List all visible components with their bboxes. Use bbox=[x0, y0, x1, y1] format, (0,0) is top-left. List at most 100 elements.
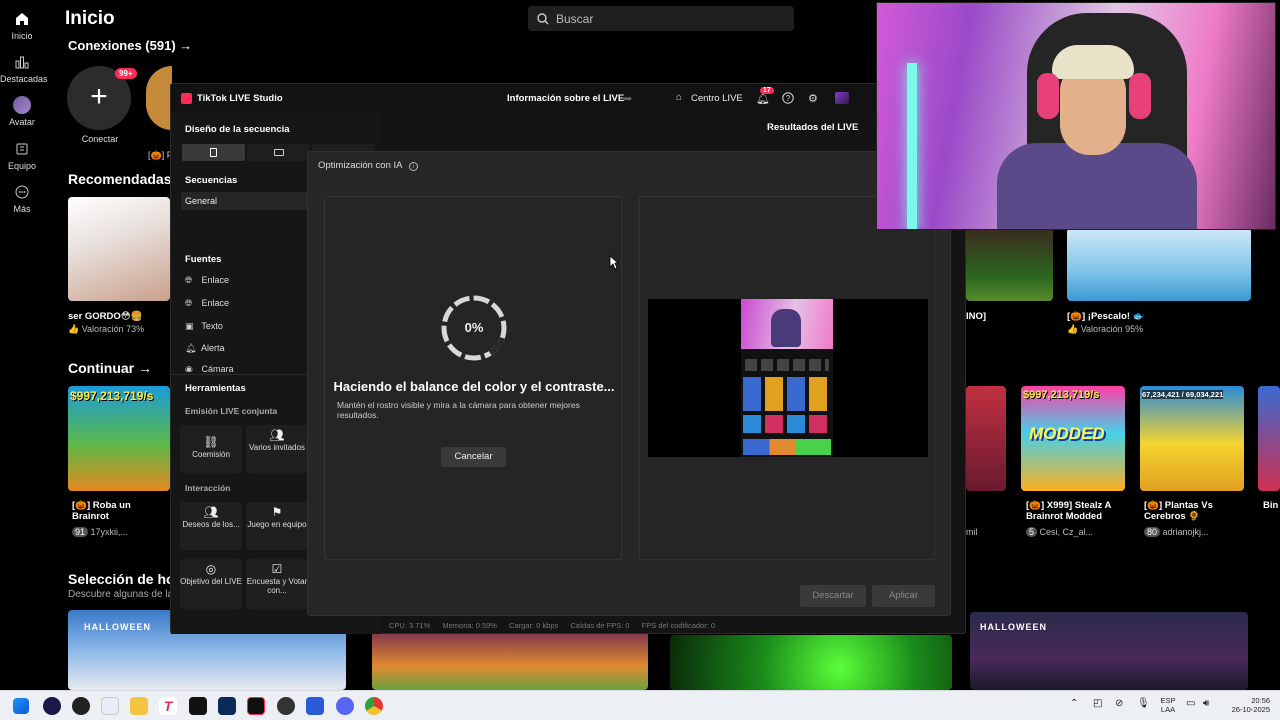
tool-juego-equipo[interactable]: ⚑ Juego en equipo bbox=[246, 502, 308, 550]
recommended-card-thumb[interactable] bbox=[966, 228, 1053, 301]
continue-card-thumb[interactable]: 67,234,421 / 69,034,221 bbox=[1140, 386, 1244, 491]
continue-card-thumb[interactable] bbox=[966, 386, 1006, 491]
text-app-icon[interactable]: T bbox=[159, 697, 177, 715]
source-item-camera[interactable]: ◉ Cámara bbox=[185, 364, 234, 372]
landscape-toggle[interactable] bbox=[247, 144, 310, 161]
recommended-title[interactable]: Recomendadas bbox=[68, 171, 171, 187]
card-viewers: 80 adrianojkj... bbox=[1144, 527, 1209, 537]
github-icon[interactable] bbox=[72, 697, 90, 715]
target-icon: ◎ bbox=[205, 562, 217, 576]
network-icon[interactable]: ▭ bbox=[1186, 699, 1195, 709]
photoshop-icon[interactable] bbox=[218, 697, 236, 715]
recommended-card-thumb[interactable] bbox=[1067, 228, 1251, 301]
source-item-link[interactable]: 🌐︎ Enlace bbox=[185, 298, 229, 309]
studio-titlebar: TikTok LIVE Studio Información sobre el … bbox=[171, 84, 965, 112]
settings-icon[interactable]: ⚙ bbox=[808, 92, 818, 105]
tray-icon[interactable]: ◰ bbox=[1093, 699, 1102, 709]
clock[interactable]: 20:56 26-10-2025 bbox=[1224, 696, 1270, 714]
tiktok-logo-icon bbox=[181, 93, 192, 104]
continue-card-thumb[interactable] bbox=[1258, 386, 1280, 491]
nav-item-avatar[interactable]: Avatar bbox=[0, 96, 44, 127]
landscape-icon bbox=[274, 149, 284, 156]
selection-banner[interactable]: HALLOWEEN bbox=[970, 612, 1248, 690]
epic-games-icon[interactable] bbox=[189, 697, 207, 715]
poll-icon: ☑ bbox=[271, 562, 283, 576]
info-icon[interactable]: i bbox=[408, 162, 418, 171]
tool-coemision[interactable]: ⛓ Coemisión bbox=[180, 425, 242, 473]
status-message-title: Haciendo el balance del color y el contr… bbox=[333, 379, 615, 394]
nav-item-equipo[interactable]: Equipo bbox=[0, 142, 44, 171]
preview-grid-row bbox=[743, 415, 831, 433]
avatar-icon bbox=[13, 96, 31, 114]
tool-objetivo[interactable]: ◎ Objetivo del LIVE bbox=[180, 559, 242, 609]
windows-taskbar: T ⌃ ◰ ⊘ 🎙︎ ESP LAA ▭ 🔊︎ 20:56 26-10-2025 bbox=[0, 690, 1280, 720]
sequence-item-general[interactable]: General bbox=[181, 192, 309, 210]
tray-icon[interactable]: ⊘ bbox=[1115, 699, 1123, 709]
continue-card-thumb[interactable]: $997,213,719/s bbox=[68, 386, 170, 491]
windows-start-icon[interactable] bbox=[13, 698, 29, 714]
continue-card-thumb[interactable]: $997,213,719/s MODDED bbox=[1021, 386, 1125, 491]
webcam-headphone bbox=[1129, 73, 1151, 119]
results-heading: Resultados del LIVE bbox=[767, 122, 859, 133]
app-icon[interactable] bbox=[43, 697, 61, 715]
home-icon bbox=[14, 12, 30, 28]
modded-logo: MODDED bbox=[1029, 424, 1105, 443]
nav-item-inicio[interactable]: Inicio bbox=[0, 12, 44, 41]
sequences-heading: Secuencias bbox=[185, 175, 238, 186]
upload-stat: Cargar: 0 kbps bbox=[509, 621, 559, 630]
connection-name: [🎃] P bbox=[148, 150, 173, 160]
webcam-hair bbox=[1052, 45, 1134, 79]
tool-varios-invitados[interactable]: 👥︎ Varios invitados bbox=[246, 425, 308, 473]
chrome-icon[interactable] bbox=[365, 697, 383, 715]
card-overlay: 67,234,421 / 69,034,221 bbox=[1142, 390, 1224, 399]
discord-icon[interactable] bbox=[336, 697, 354, 715]
nav-item-mas[interactable]: Más bbox=[0, 185, 44, 214]
connection-avatar[interactable] bbox=[146, 66, 172, 130]
portrait-toggle[interactable] bbox=[182, 144, 245, 161]
tool-encuesta[interactable]: ☑ Encuesta y Votar con... bbox=[246, 559, 308, 609]
nav-item-destacadas[interactable]: Destacadas bbox=[0, 55, 48, 84]
file-explorer-icon[interactable] bbox=[130, 697, 148, 715]
continue-title-text: Continuar bbox=[68, 360, 135, 376]
selection-banner[interactable] bbox=[670, 635, 952, 690]
source-item-alert[interactable]: 🔔︎ Alerta bbox=[185, 343, 225, 354]
interaction-heading: Interacción bbox=[185, 483, 231, 493]
cancel-button[interactable]: Cancelar bbox=[441, 447, 506, 467]
apply-button[interactable]: Aplicar bbox=[872, 585, 935, 607]
share-icon[interactable]: ➦ bbox=[623, 92, 632, 105]
globe-icon: 🌐︎ bbox=[185, 275, 193, 285]
search-input[interactable]: Buscar bbox=[528, 6, 794, 31]
preview-person bbox=[771, 309, 801, 347]
mouse-cursor-icon bbox=[609, 255, 619, 270]
tool-deseos[interactable]: 👥︎ Deseos de los... bbox=[180, 502, 242, 550]
tiktok-studio-icon[interactable] bbox=[247, 697, 265, 715]
profile-avatar[interactable] bbox=[835, 92, 849, 104]
selection-banner[interactable] bbox=[372, 630, 648, 690]
help-icon[interactable]: ? bbox=[782, 92, 794, 107]
team-game-icon: ⚑ bbox=[271, 505, 283, 519]
language-indicator[interactable]: ESP LAA bbox=[1156, 696, 1180, 714]
live-info-link[interactable]: Información sobre el LIVE bbox=[507, 93, 624, 104]
app-icon[interactable] bbox=[306, 697, 324, 715]
source-item-link[interactable]: 🌐︎ Enlace bbox=[185, 275, 229, 286]
mail-icon[interactable] bbox=[101, 697, 119, 715]
microphone-icon[interactable]: 🎙︎ bbox=[1137, 699, 1150, 709]
stream-preview bbox=[741, 299, 833, 457]
connections-title[interactable]: Conexiones (591) → bbox=[68, 38, 192, 53]
card-title: [🎃] Plantas Vs Cerebros 🌻 bbox=[1144, 500, 1213, 522]
globe-icon: 🌐︎ bbox=[185, 298, 193, 308]
chevron-up-icon[interactable]: ⌃ bbox=[1070, 699, 1078, 709]
volume-icon[interactable]: 🔊︎ bbox=[1203, 699, 1209, 709]
app-icon[interactable] bbox=[277, 697, 295, 715]
discard-button[interactable]: Descartar bbox=[800, 585, 866, 607]
live-center-button[interactable]: Centro LIVE bbox=[691, 93, 743, 104]
selection-title: Selección de ho bbox=[68, 571, 175, 587]
card-viewers: mil bbox=[966, 527, 978, 537]
card-title: [🎃] Roba un Brainrot bbox=[72, 500, 131, 522]
continue-title[interactable]: Continuar → bbox=[68, 360, 152, 376]
recommended-card-thumb[interactable] bbox=[68, 197, 170, 301]
source-item-text[interactable]: ▣ Texto bbox=[185, 321, 223, 332]
card-title: INO] bbox=[966, 311, 987, 322]
more-icon bbox=[14, 185, 30, 201]
sources-heading: Fuentes bbox=[185, 254, 222, 265]
